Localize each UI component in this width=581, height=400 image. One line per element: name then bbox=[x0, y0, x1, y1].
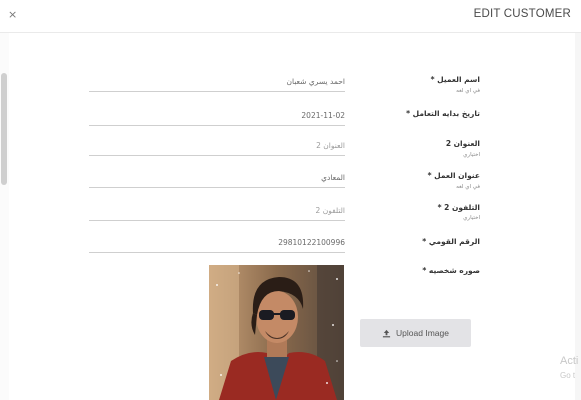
customer-name-input[interactable]: احمد يسري شعبان bbox=[89, 72, 345, 92]
start-date-input[interactable]: 2021-11-02 bbox=[89, 106, 345, 126]
profile-photo-image bbox=[209, 265, 344, 400]
start-date-label: تاريخ بدايه التعامل * bbox=[406, 109, 480, 118]
work-address-hint: في اي لغه bbox=[456, 184, 480, 190]
customer-name-hint: في اي لغه bbox=[456, 88, 480, 94]
national-id-label: الرقم القومي * bbox=[422, 237, 480, 246]
address-2-label: العنوان 2 bbox=[445, 139, 480, 148]
phone-2-label: التلفون 2 * bbox=[437, 203, 480, 212]
modal-title: EDIT CUSTOMER bbox=[473, 8, 571, 20]
address-2-hint: اختياري bbox=[463, 152, 480, 158]
work-address-input[interactable]: المعادي bbox=[89, 168, 345, 188]
activation-watermark-line2: Go t bbox=[560, 371, 576, 380]
work-address-label: عنوان العمل * bbox=[427, 171, 480, 180]
address-2-input[interactable]: العنوان 2 bbox=[89, 136, 345, 156]
profile-photo bbox=[209, 265, 344, 400]
scrollbar-thumb[interactable] bbox=[1, 73, 7, 185]
upload-image-label: Upload Image bbox=[396, 328, 449, 338]
photo-label: صوره شخصيه * bbox=[422, 266, 480, 275]
national-id-input[interactable]: 29810122100996 bbox=[89, 233, 345, 253]
close-button[interactable]: × bbox=[8, 8, 17, 22]
activation-watermark-line1: Acti bbox=[560, 355, 579, 367]
right-edge bbox=[575, 33, 581, 400]
modal-header: × EDIT CUSTOMER bbox=[0, 0, 581, 33]
upload-icon bbox=[382, 329, 391, 338]
upload-image-button[interactable]: Upload Image bbox=[360, 319, 471, 347]
scrollbar-track[interactable] bbox=[0, 33, 9, 400]
customer-name-label: اسم العميل * bbox=[430, 75, 480, 84]
phone-2-input[interactable]: التلفون 2 bbox=[89, 201, 345, 221]
phone-2-hint: اختياري bbox=[463, 215, 480, 221]
